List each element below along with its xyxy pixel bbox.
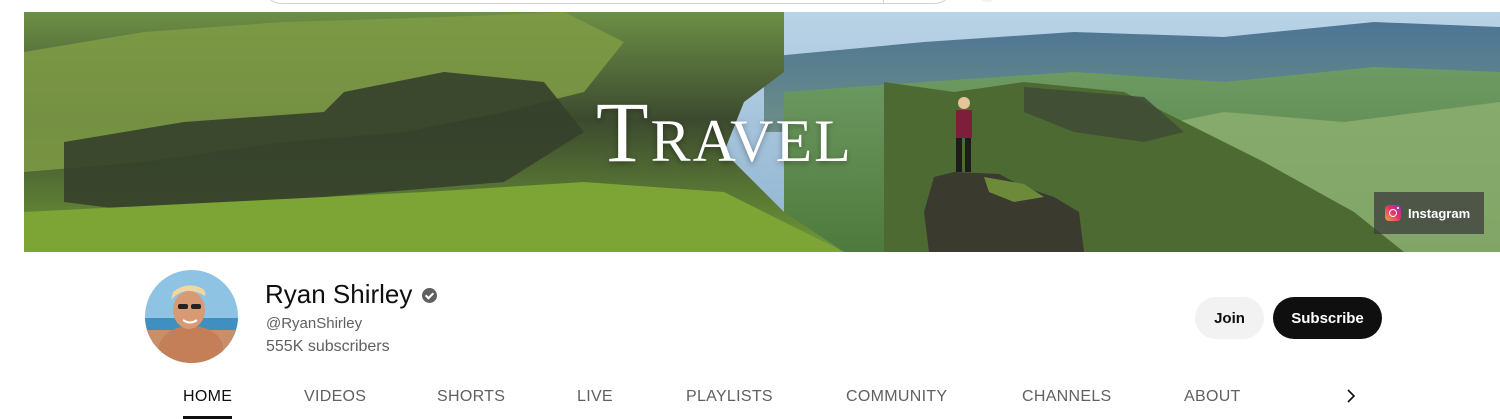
instagram-icon — [1385, 205, 1401, 221]
tab-live[interactable]: LIVE — [577, 388, 613, 406]
tab-home[interactable]: HOME — [183, 388, 233, 419]
subscribe-button[interactable]: Subscribe — [1273, 297, 1382, 339]
tab-playlists[interactable]: PLAYLISTS — [686, 388, 773, 406]
avatar-photo — [145, 270, 238, 363]
tab-videos[interactable]: VIDEOS — [304, 388, 366, 406]
banner-title-initial: T — [596, 84, 651, 180]
chevron-right-icon[interactable] — [1342, 387, 1360, 405]
avatar[interactable] — [145, 270, 238, 363]
tab-channels[interactable]: CHANNELS — [1022, 388, 1112, 406]
channel-name-text: Ryan Shirley — [265, 279, 413, 309]
banner-title-rest: RAVEL — [650, 108, 853, 174]
tab-community[interactable]: COMMUNITY — [846, 388, 947, 406]
channel-banner: TRAVEL Instagram — [24, 12, 1500, 252]
instagram-link[interactable]: Instagram — [1374, 192, 1484, 234]
subscriber-count: 555K subscribers — [266, 338, 390, 355]
search-bar[interactable] — [262, 0, 954, 4]
channel-tabs: HOME VIDEOS SHORTS LIVE PLAYLISTS COMMUN… — [0, 378, 1500, 419]
tab-about[interactable]: ABOUT — [1184, 388, 1241, 406]
join-button[interactable]: Join — [1195, 297, 1264, 339]
search-divider — [883, 0, 884, 3]
voice-search-button[interactable] — [975, 0, 999, 2]
channel-name: Ryan Shirley — [265, 279, 438, 310]
verified-check-icon — [422, 288, 438, 303]
tab-shorts[interactable]: SHORTS — [437, 388, 505, 406]
instagram-link-label: Instagram — [1408, 205, 1471, 221]
banner-title: TRAVEL — [596, 82, 853, 182]
channel-handle: @RyanShirley — [266, 315, 363, 332]
